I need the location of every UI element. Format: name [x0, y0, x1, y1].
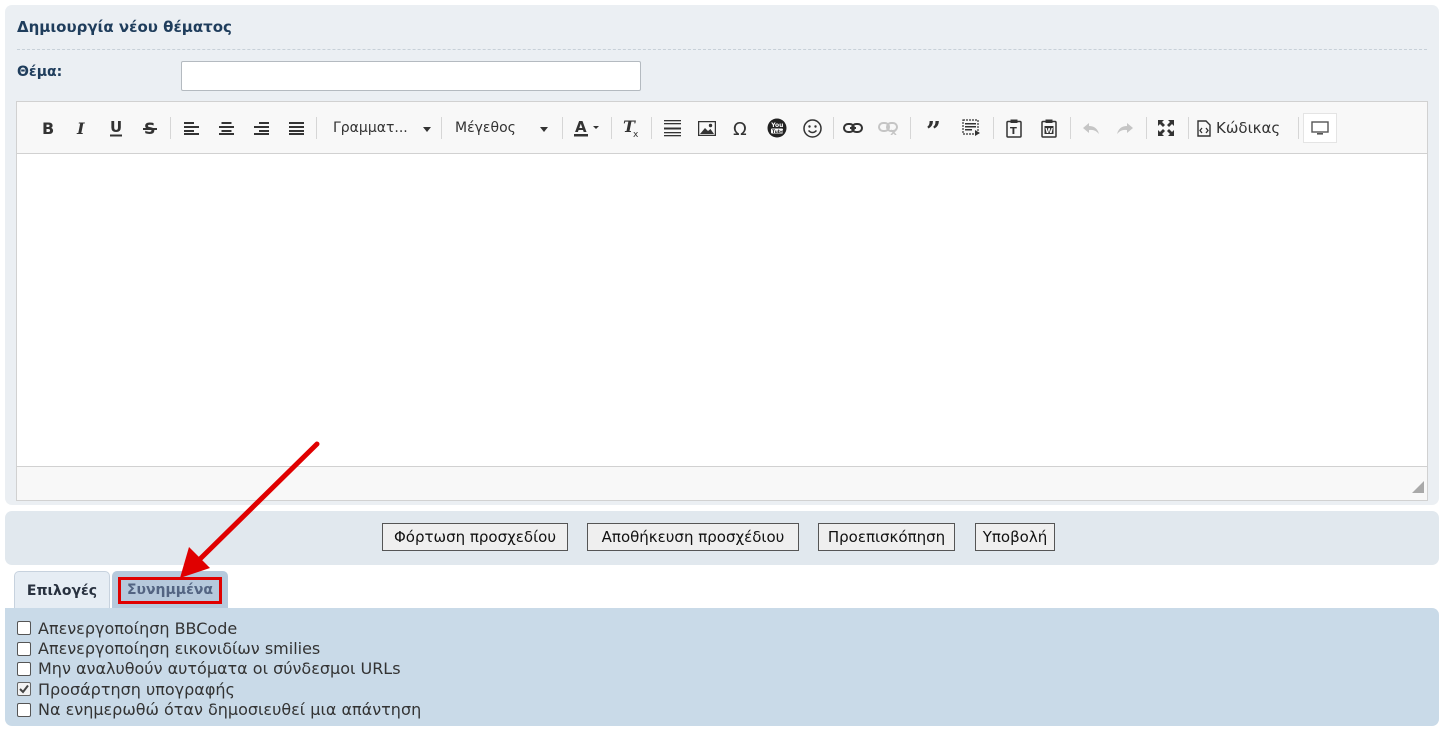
save-draft-button[interactable]: Αποθήκευση προσχέδιου	[587, 523, 799, 551]
preview-button[interactable]: Προεπισκόπηση	[818, 523, 955, 551]
paste-text-icon[interactable]: T	[1001, 115, 1027, 141]
toolbar-separator	[316, 117, 317, 139]
options-panel: Απενεργοποίηση BBCode Απενεργοποίηση εικ…	[5, 608, 1439, 726]
editor-statusbar	[17, 466, 1427, 500]
youtube-icon[interactable]: You Tube	[765, 115, 789, 141]
svg-text:x: x	[633, 130, 639, 138]
option-label: Μην αναλυθούν αυτόματα οι σύνδεσμοι URLs	[38, 659, 401, 679]
checkbox[interactable]	[17, 702, 31, 717]
font-size-select[interactable]: Μέγεθος	[449, 115, 554, 141]
actions-panel: Φόρτωση προσχεδίου Αποθήκευση προσχέδιου…	[5, 511, 1439, 565]
font-family-select[interactable]: Γραμματ...	[327, 115, 437, 141]
toolbar-separator	[562, 117, 563, 139]
code-block-icon[interactable]	[959, 115, 985, 141]
svg-text:T: T	[1010, 126, 1017, 137]
maximize-icon[interactable]	[1153, 115, 1179, 141]
text-color-icon[interactable]: A	[570, 115, 604, 141]
underline-icon[interactable]: U	[105, 115, 127, 141]
redo-icon[interactable]	[1112, 115, 1138, 141]
option-label: Απενεργοποίηση εικονιδίων smilies	[38, 639, 321, 659]
option-label: Να ενημερωθώ όταν δημοσιευθεί μια απάντη…	[38, 700, 422, 720]
source-icon	[1197, 119, 1211, 137]
tab-options[interactable]: Επιλογές	[14, 571, 110, 609]
checkbox[interactable]	[17, 641, 31, 656]
align-center-icon[interactable]	[215, 115, 237, 141]
source-button[interactable]: Κώδικας	[1197, 115, 1281, 141]
toolbar-separator	[651, 117, 652, 139]
editor-text-area[interactable]	[17, 155, 1427, 466]
source-label: Κώδικας	[1216, 119, 1281, 137]
checkbox[interactable]	[17, 661, 31, 676]
toolbar-separator	[833, 117, 834, 139]
options-list: Απενεργοποίηση BBCode Απενεργοποίηση εικ…	[17, 618, 421, 720]
unlink-icon[interactable]	[875, 115, 901, 141]
tab-attachments[interactable]: Συνημμένα	[112, 571, 228, 609]
align-right-icon[interactable]	[250, 115, 272, 141]
chevron-down-icon	[423, 120, 431, 136]
smiley-icon[interactable]	[800, 115, 824, 141]
justify-icon[interactable]	[285, 115, 307, 141]
toolbar-separator	[1188, 117, 1189, 139]
option-disable-bbcode[interactable]: Απενεργοποίηση BBCode	[17, 618, 421, 638]
link-icon[interactable]	[840, 115, 866, 141]
toolbar-separator	[1146, 117, 1147, 139]
svg-text:”: ”	[926, 121, 941, 135]
bold-icon[interactable]: B	[37, 115, 59, 141]
preview-icon[interactable]	[1303, 113, 1337, 143]
subject-label: Θέμα:	[17, 64, 63, 80]
svg-text:Ω: Ω	[733, 119, 747, 137]
option-disable-magic-url[interactable]: Μην αναλυθούν αυτόματα οι σύνδεσμοι URLs	[17, 659, 421, 679]
resize-grip-icon[interactable]	[1412, 478, 1424, 497]
submit-button[interactable]: Υποβολή	[975, 523, 1055, 551]
quote-icon[interactable]: ”	[923, 115, 949, 141]
svg-text:A: A	[575, 118, 587, 136]
italic-icon[interactable]: I	[71, 115, 93, 141]
toolbar-separator	[441, 117, 442, 139]
svg-text:U: U	[110, 119, 122, 136]
option-disable-smilies[interactable]: Απενεργοποίηση εικονιδίων smilies	[17, 638, 421, 658]
svg-text:B: B	[42, 120, 54, 136]
checkmark-icon	[19, 685, 29, 694]
editor-toolbar: B I U S	[17, 102, 1427, 154]
font-family-value: Γραμματ...	[333, 120, 408, 136]
toolbar-separator	[1298, 117, 1299, 139]
toolbar-separator	[1070, 117, 1071, 139]
option-label: Απενεργοποίηση BBCode	[38, 618, 238, 638]
align-left-icon[interactable]	[180, 115, 202, 141]
page-title: Δημιουργία νέου θέματος	[17, 18, 232, 36]
checkbox[interactable]	[17, 682, 31, 697]
horizontal-rule-icon[interactable]	[660, 115, 684, 141]
remove-format-icon[interactable]: Tx	[619, 115, 643, 141]
chevron-down-icon	[540, 120, 548, 136]
omega-icon[interactable]: Ω	[730, 115, 754, 141]
toolbar-separator	[993, 117, 994, 139]
subject-input[interactable]	[181, 61, 641, 91]
svg-text:Tube: Tube	[772, 129, 784, 135]
svg-text:W: W	[1045, 127, 1053, 135]
load-draft-button[interactable]: Φόρτωση προσχεδίου	[382, 523, 568, 551]
option-notify-reply[interactable]: Να ενημερωθώ όταν δημοσιευθεί μια απάντη…	[17, 700, 421, 720]
font-size-value: Μέγεθος	[455, 120, 516, 136]
strikethrough-icon[interactable]: S	[139, 115, 161, 141]
checkbox[interactable]	[17, 621, 31, 636]
paste-word-icon[interactable]: W	[1036, 115, 1062, 141]
option-attach-signature[interactable]: Προσάρτηση υπογραφής	[17, 679, 421, 699]
toolbar-separator	[170, 117, 171, 139]
rich-text-editor: B I U S	[16, 101, 1428, 501]
toolbar-separator	[910, 117, 911, 139]
svg-text:I: I	[76, 120, 85, 136]
new-topic-panel: Δημιουργία νέου θέματος Θέμα: B I U S	[5, 5, 1439, 505]
image-icon[interactable]	[695, 115, 719, 141]
title-divider	[17, 49, 1427, 50]
svg-text:You: You	[770, 122, 783, 129]
toolbar-separator	[611, 117, 612, 139]
undo-icon[interactable]	[1078, 115, 1104, 141]
option-label: Προσάρτηση υπογραφής	[38, 679, 235, 699]
